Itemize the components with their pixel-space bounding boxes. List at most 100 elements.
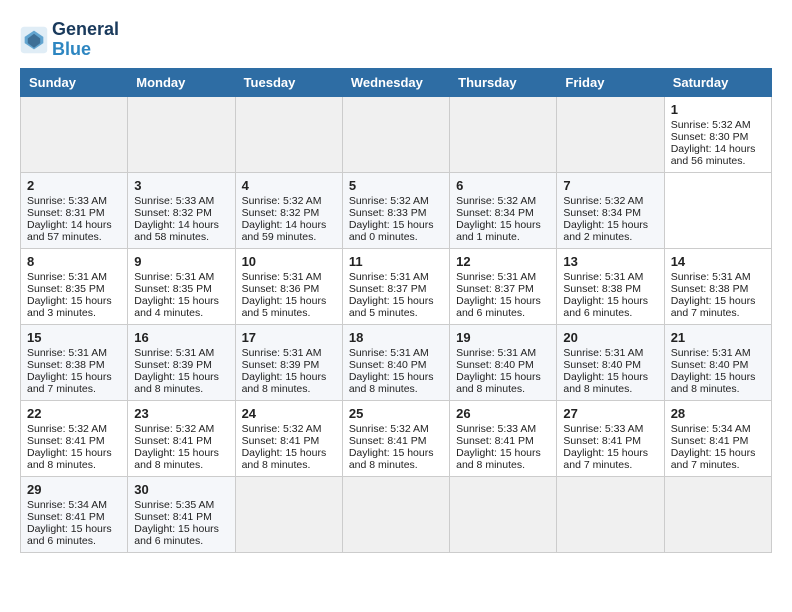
daylight: Daylight: 14 hours and 56 minutes. bbox=[671, 143, 756, 167]
day-number: 13 bbox=[563, 254, 657, 269]
sunset: Sunset: 8:39 PM bbox=[242, 359, 320, 371]
sunset: Sunset: 8:35 PM bbox=[134, 283, 212, 295]
sunset: Sunset: 8:37 PM bbox=[456, 283, 534, 295]
day-number: 29 bbox=[27, 482, 121, 497]
daylight: Daylight: 14 hours and 57 minutes. bbox=[27, 219, 112, 243]
sunset: Sunset: 8:40 PM bbox=[349, 359, 427, 371]
sunrise: Sunrise: 5:32 AM bbox=[349, 195, 429, 207]
calendar-day: 16Sunrise: 5:31 AMSunset: 8:39 PMDayligh… bbox=[128, 324, 235, 400]
day-number: 6 bbox=[456, 178, 550, 193]
logo-text: General Blue bbox=[52, 20, 119, 60]
calendar-day: 5Sunrise: 5:32 AMSunset: 8:33 PMDaylight… bbox=[342, 172, 449, 248]
day-number: 25 bbox=[349, 406, 443, 421]
day-number: 12 bbox=[456, 254, 550, 269]
sunset: Sunset: 8:32 PM bbox=[134, 207, 212, 219]
calendar-day: 7Sunrise: 5:32 AMSunset: 8:34 PMDaylight… bbox=[557, 172, 664, 248]
calendar-week-row: 15Sunrise: 5:31 AMSunset: 8:38 PMDayligh… bbox=[21, 324, 772, 400]
sunrise: Sunrise: 5:31 AM bbox=[349, 347, 429, 359]
sunset: Sunset: 8:30 PM bbox=[671, 131, 749, 143]
empty-cell bbox=[557, 96, 664, 172]
empty-cell bbox=[235, 96, 342, 172]
empty-cell bbox=[342, 476, 449, 552]
col-header-sunday: Sunday bbox=[21, 68, 128, 96]
sunrise: Sunrise: 5:33 AM bbox=[134, 195, 214, 207]
sunrise: Sunrise: 5:31 AM bbox=[27, 347, 107, 359]
daylight: Daylight: 15 hours and 8 minutes. bbox=[456, 447, 541, 471]
daylight: Daylight: 14 hours and 58 minutes. bbox=[134, 219, 219, 243]
day-number: 19 bbox=[456, 330, 550, 345]
day-number: 28 bbox=[671, 406, 765, 421]
sunrise: Sunrise: 5:31 AM bbox=[134, 271, 214, 283]
sunrise: Sunrise: 5:32 AM bbox=[242, 423, 322, 435]
calendar-day: 4Sunrise: 5:32 AMSunset: 8:32 PMDaylight… bbox=[235, 172, 342, 248]
col-header-thursday: Thursday bbox=[450, 68, 557, 96]
sunset: Sunset: 8:34 PM bbox=[563, 207, 641, 219]
empty-cell bbox=[557, 476, 664, 552]
daylight: Daylight: 15 hours and 2 minutes. bbox=[563, 219, 648, 243]
sunrise: Sunrise: 5:33 AM bbox=[27, 195, 107, 207]
sunset: Sunset: 8:35 PM bbox=[27, 283, 105, 295]
sunrise: Sunrise: 5:31 AM bbox=[27, 271, 107, 283]
sunrise: Sunrise: 5:31 AM bbox=[242, 347, 322, 359]
daylight: Daylight: 15 hours and 7 minutes. bbox=[671, 447, 756, 471]
logo-line2: Blue bbox=[52, 39, 91, 59]
calendar-day: 3 Sunrise: 5:33 AMSunset: 8:32 PMDaylight… bbox=[128, 172, 235, 248]
calendar-header-row: SundayMondayTuesdayWednesdayThursdayFrid… bbox=[21, 68, 772, 96]
daylight: Daylight: 15 hours and 4 minutes. bbox=[134, 295, 219, 319]
sunrise: Sunrise: 5:31 AM bbox=[134, 347, 214, 359]
calendar-day: 14Sunrise: 5:31 AMSunset: 8:38 PMDayligh… bbox=[664, 248, 771, 324]
sunrise: Sunrise: 5:32 AM bbox=[349, 423, 429, 435]
sunset: Sunset: 8:34 PM bbox=[456, 207, 534, 219]
calendar-day: 20Sunrise: 5:31 AMSunset: 8:40 PMDayligh… bbox=[557, 324, 664, 400]
day-number: 20 bbox=[563, 330, 657, 345]
calendar-week-row: 2Sunrise: 5:33 AMSunset: 8:31 PMDaylight… bbox=[21, 172, 772, 248]
sunrise: Sunrise: 5:31 AM bbox=[671, 271, 751, 283]
sunrise: Sunrise: 5:32 AM bbox=[456, 195, 536, 207]
sunset: Sunset: 8:41 PM bbox=[27, 511, 105, 523]
calendar-day: 23Sunrise: 5:32 AMSunset: 8:41 PMDayligh… bbox=[128, 400, 235, 476]
sunrise: Sunrise: 5:31 AM bbox=[242, 271, 322, 283]
daylight: Daylight: 15 hours and 8 minutes. bbox=[671, 371, 756, 395]
day-number: 3 bbox=[134, 178, 228, 193]
calendar-day: 1Sunrise: 5:32 AMSunset: 8:30 PMDaylight… bbox=[664, 96, 771, 172]
daylight: Daylight: 15 hours and 7 minutes. bbox=[671, 295, 756, 319]
calendar-day: 13Sunrise: 5:31 AMSunset: 8:38 PMDayligh… bbox=[557, 248, 664, 324]
daylight: Daylight: 15 hours and 8 minutes. bbox=[349, 447, 434, 471]
calendar-day: 24Sunrise: 5:32 AMSunset: 8:41 PMDayligh… bbox=[235, 400, 342, 476]
calendar-day: 27Sunrise: 5:33 AMSunset: 8:41 PMDayligh… bbox=[557, 400, 664, 476]
sunset: Sunset: 8:41 PM bbox=[134, 435, 212, 447]
day-number: 18 bbox=[349, 330, 443, 345]
day-number: 1 bbox=[671, 102, 765, 117]
calendar-day: 19Sunrise: 5:31 AMSunset: 8:40 PMDayligh… bbox=[450, 324, 557, 400]
day-number: 24 bbox=[242, 406, 336, 421]
sunset: Sunset: 8:38 PM bbox=[563, 283, 641, 295]
calendar-day: 10Sunrise: 5:31 AMSunset: 8:36 PMDayligh… bbox=[235, 248, 342, 324]
calendar-day: 6Sunrise: 5:32 AMSunset: 8:34 PMDaylight… bbox=[450, 172, 557, 248]
sunrise: Sunrise: 5:32 AM bbox=[27, 423, 107, 435]
daylight: Daylight: 15 hours and 6 minutes. bbox=[563, 295, 648, 319]
sunset: Sunset: 8:41 PM bbox=[563, 435, 641, 447]
empty-cell bbox=[450, 476, 557, 552]
calendar-week-row: 29 Sunrise: 5:34 AMSunset: 8:41 PMDayligh… bbox=[21, 476, 772, 552]
daylight: Daylight: 15 hours and 5 minutes. bbox=[242, 295, 327, 319]
sunset: Sunset: 8:40 PM bbox=[671, 359, 749, 371]
sunset: Sunset: 8:41 PM bbox=[671, 435, 749, 447]
sunrise: Sunrise: 5:33 AM bbox=[456, 423, 536, 435]
calendar-day: 2Sunrise: 5:33 AMSunset: 8:31 PMDaylight… bbox=[21, 172, 128, 248]
daylight: Daylight: 15 hours and 6 minutes. bbox=[27, 523, 112, 547]
logo-line1: General bbox=[52, 20, 119, 40]
sunset: Sunset: 8:37 PM bbox=[349, 283, 427, 295]
daylight: Daylight: 15 hours and 7 minutes. bbox=[27, 371, 112, 395]
col-header-monday: Monday bbox=[128, 68, 235, 96]
sunrise: Sunrise: 5:33 AM bbox=[563, 423, 643, 435]
calendar-day: 26Sunrise: 5:33 AMSunset: 8:41 PMDayligh… bbox=[450, 400, 557, 476]
calendar-day: 15Sunrise: 5:31 AMSunset: 8:38 PMDayligh… bbox=[21, 324, 128, 400]
sunset: Sunset: 8:41 PM bbox=[27, 435, 105, 447]
daylight: Daylight: 15 hours and 0 minutes. bbox=[349, 219, 434, 243]
calendar-day: 11Sunrise: 5:31 AMSunset: 8:37 PMDayligh… bbox=[342, 248, 449, 324]
calendar-day: 30Sunrise: 5:35 AMSunset: 8:41 PMDayligh… bbox=[128, 476, 235, 552]
logo-icon bbox=[20, 26, 48, 54]
col-header-tuesday: Tuesday bbox=[235, 68, 342, 96]
sunrise: Sunrise: 5:34 AM bbox=[27, 499, 107, 511]
sunset: Sunset: 8:41 PM bbox=[456, 435, 534, 447]
